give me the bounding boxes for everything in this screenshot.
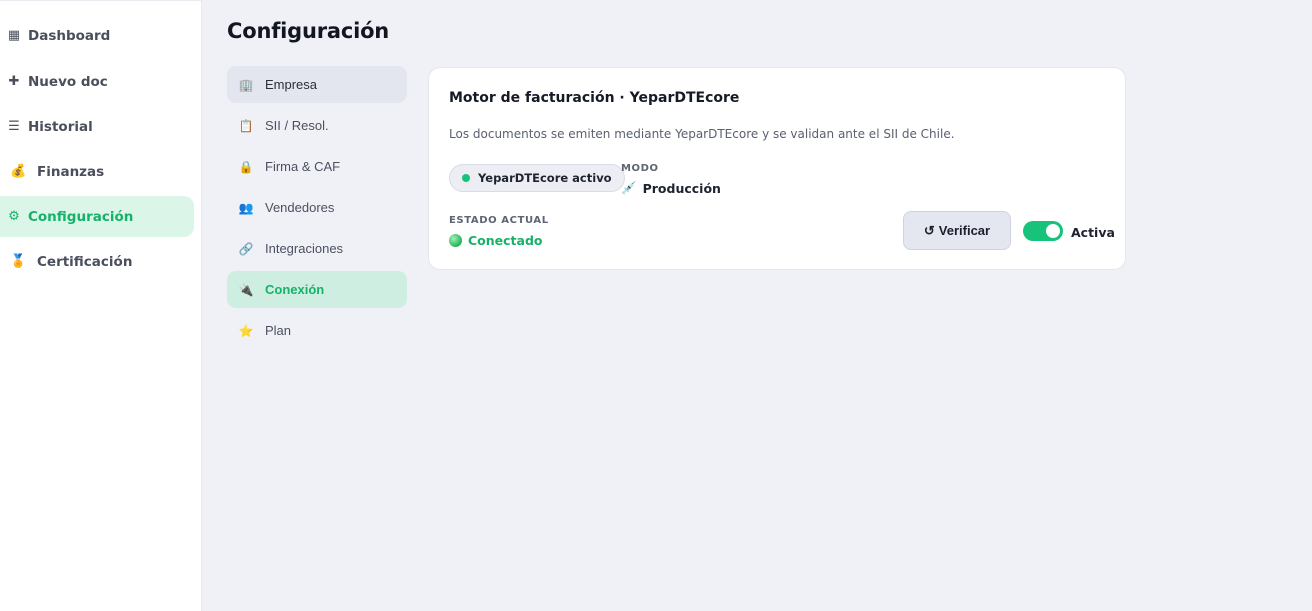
gear-icon: ⚙ <box>8 209 20 224</box>
card-title: Motor de facturación · YeparDTEcore <box>449 90 740 106</box>
page-title: Configuración <box>227 19 390 43</box>
status-badge-label: YeparDTEcore activo <box>478 171 612 185</box>
toggle-label: Activa <box>1071 225 1115 240</box>
estado-label: ESTADO ACTUAL <box>449 215 549 226</box>
sidebar-item-label: Certificación <box>37 253 133 270</box>
sidebar-item-finanzas[interactable]: 💰 Finanzas <box>0 151 194 192</box>
sidebar-item-label: Configuración <box>28 208 134 225</box>
modo-value-text: Producción <box>642 180 721 196</box>
toggle-knob <box>1046 224 1060 238</box>
subnav-item-label: Firma & CAF <box>265 159 341 174</box>
subnav-item-plan[interactable]: ⭐ Plan <box>227 312 407 349</box>
star-icon: ⭐ <box>238 323 254 338</box>
sidebar-item-certificacion[interactable]: 🏅 Certificación <box>0 241 194 282</box>
money-bag-icon: 💰 <box>10 164 27 179</box>
status-dot-icon <box>462 174 470 182</box>
sidebar-item-label: Dashboard <box>28 27 111 44</box>
modo-value: 💉 Producción <box>621 180 721 196</box>
subnav-item-label: Conexión <box>265 282 325 297</box>
estado-value: Conectado <box>449 233 543 248</box>
status-badge: YeparDTEcore activo <box>449 164 625 192</box>
sidebar-item-dashboard[interactable]: ▦ Dashboard <box>0 15 194 56</box>
subnav-item-conexion[interactable]: 🔌 Conexión <box>227 271 407 308</box>
subnav-item-label: Plan <box>265 323 292 338</box>
sidebar-item-label: Nuevo doc <box>28 73 108 90</box>
sidebar-item-label: Historial <box>28 118 93 135</box>
subnav-item-firma-caf[interactable]: 🔒 Firma & CAF <box>227 148 407 185</box>
modo-label: MODO <box>621 163 659 174</box>
link-icon: 🔗 <box>238 241 254 256</box>
subnav-item-integraciones[interactable]: 🔗 Integraciones <box>227 230 407 267</box>
sidebar-item-historial[interactable]: ☰ Historial <box>0 106 194 147</box>
users-icon: 👥 <box>238 200 254 215</box>
grid-icon: ▦ <box>7 28 21 43</box>
subnav-item-label: Empresa <box>265 77 318 92</box>
subnav-item-label: SII / Resol. <box>265 118 329 133</box>
card-description: Los documentos se emiten mediante YeparD… <box>449 127 955 141</box>
clipboard-icon: 📋 <box>238 118 254 133</box>
lock-icon: 🔒 <box>238 159 254 174</box>
building-icon: 🏢 <box>238 77 254 92</box>
verify-button[interactable]: ↺ Verificar <box>903 211 1011 250</box>
subnav-item-label: Integraciones <box>265 241 344 256</box>
subnav-item-vendedores[interactable]: 👥 Vendedores <box>227 189 407 226</box>
plug-icon: 🔌 <box>238 282 254 297</box>
medal-icon: 🏅 <box>10 254 27 269</box>
sidebar-item-label: Finanzas <box>37 163 105 180</box>
sidebar: ▦ Dashboard ✚ Nuevo doc ☰ Historial 💰 Fi… <box>0 0 202 611</box>
refresh-icon: ↺ <box>923 222 935 238</box>
subnav-item-sii-resol[interactable]: 📋 SII / Resol. <box>227 107 407 144</box>
active-toggle[interactable] <box>1023 221 1063 241</box>
list-icon: ☰ <box>8 119 20 134</box>
estado-value-text: Conectado <box>468 233 543 248</box>
subnav-item-empresa[interactable]: 🏢 Empresa <box>227 66 407 103</box>
subnav-item-label: Vendedores <box>265 200 335 215</box>
billing-engine-card: Motor de facturación · YeparDTEcore Los … <box>428 67 1126 270</box>
sidebar-item-configuracion[interactable]: ⚙ Configuración <box>0 196 194 237</box>
sidebar-item-nuevo-doc[interactable]: ✚ Nuevo doc <box>0 61 194 102</box>
connected-status-icon <box>449 234 462 247</box>
syringe-icon: 💉 <box>621 180 637 195</box>
verify-button-label: Verificar <box>938 223 991 238</box>
plus-icon: ✚ <box>8 74 20 89</box>
